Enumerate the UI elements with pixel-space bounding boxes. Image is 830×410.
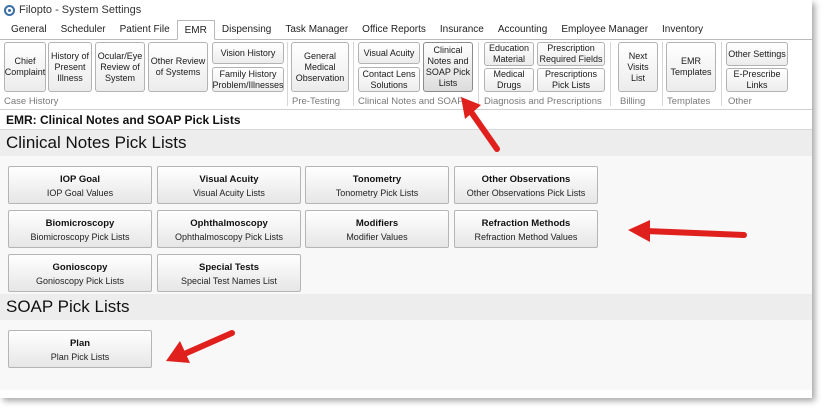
page-title: EMR: Clinical Notes and SOAP Pick Lists [0, 110, 812, 130]
tab-task-manager[interactable]: Task Manager [278, 21, 355, 39]
iop-goal-button[interactable]: IOP Goal IOP Goal Values [8, 166, 152, 204]
other-group-label: Other [728, 96, 752, 107]
clinical-notes-soap-group-label: Clinical Notes and SOAP [358, 96, 464, 107]
ribbon-divider [721, 42, 722, 106]
emr-ribbon: Chief Complaint History of Present Illne… [0, 40, 812, 110]
plan-button[interactable]: Plan Plan Pick Lists [8, 330, 152, 368]
button-title: Plan [69, 338, 91, 349]
other-observations-button[interactable]: Other Observations Other Observations Pi… [454, 166, 598, 204]
button-subtitle: Tonometry Pick Lists [335, 188, 419, 198]
family-history-button[interactable]: Family History Problem/Illnesses [212, 67, 284, 92]
button-subtitle: Other Observations Pick Lists [466, 188, 586, 198]
tab-inventory[interactable]: Inventory [655, 21, 710, 39]
soap-section-title: SOAP Pick Lists [0, 294, 812, 320]
ribbon-divider [610, 42, 611, 106]
ribbon-divider [478, 42, 479, 106]
biomicroscopy-button[interactable]: Biomicroscopy Biomicroscopy Pick Lists [8, 210, 152, 248]
chief-complaint-button[interactable]: Chief Complaint [4, 42, 46, 92]
emr-templates-button[interactable]: EMR Templates [666, 42, 716, 92]
button-subtitle: Modifier Values [346, 232, 408, 242]
contact-lens-solutions-button[interactable]: Contact Lens Solutions [358, 67, 420, 92]
ribbon-divider [353, 42, 354, 106]
vision-history-button[interactable]: Vision History [212, 42, 284, 64]
medical-drugs-button[interactable]: Medical Drugs [484, 68, 534, 92]
button-title: Special Tests [198, 262, 260, 273]
tab-employee-manager[interactable]: Employee Manager [554, 21, 655, 39]
ribbon-divider [662, 42, 663, 106]
button-title: Gonioscopy [52, 262, 108, 273]
education-material-button[interactable]: Education Material [484, 42, 534, 66]
title-bar: Filopto - System Settings [0, 0, 812, 20]
next-visits-list-button[interactable]: Next Visits List [618, 42, 658, 92]
tab-general[interactable]: General [4, 21, 54, 39]
other-settings-button[interactable]: Other Settings [726, 42, 788, 66]
general-medical-observation-button[interactable]: General Medical Observation [291, 42, 349, 92]
other-review-systems-button[interactable]: Other Review of Systems [148, 42, 208, 92]
button-subtitle: Ophthalmoscopy Pick Lists [174, 232, 284, 242]
tab-dispensing[interactable]: Dispensing [215, 21, 278, 39]
prescriptions-pick-lists-button[interactable]: Prescriptions Pick Lists [537, 68, 605, 92]
button-subtitle: Gonioscopy Pick Lists [35, 276, 125, 286]
button-title: Ophthalmoscopy [190, 218, 268, 229]
templates-group-label: Templates [667, 96, 711, 107]
menu-tab-bar: General Scheduler Patient File EMR Dispe… [0, 20, 812, 40]
system-settings-window: Filopto - System Settings General Schedu… [0, 0, 812, 398]
button-subtitle: Visual Acuity Lists [193, 188, 265, 198]
tab-patient-file[interactable]: Patient File [113, 21, 177, 39]
visual-acuity-ribbon-button[interactable]: Visual Acuity [358, 42, 420, 64]
tab-scheduler[interactable]: Scheduler [54, 21, 113, 39]
ophthalmoscopy-button[interactable]: Ophthalmoscopy Ophthalmoscopy Pick Lists [157, 210, 301, 248]
prescription-required-fields-button[interactable]: Prescription Required Fields [537, 42, 605, 66]
visual-acuity-button[interactable]: Visual Acuity Visual Acuity Lists [157, 166, 301, 204]
window-title: Filopto - System Settings [19, 4, 142, 16]
button-subtitle: Biomicroscopy Pick Lists [30, 232, 130, 242]
button-subtitle: Refraction Method Values [474, 232, 578, 242]
button-title: Refraction Methods [481, 218, 571, 229]
button-title: Modifiers [355, 218, 399, 229]
diagnosis-prescriptions-group-label: Diagnosis and Prescriptions [484, 96, 602, 107]
case-history-group-label: Case History [4, 96, 59, 107]
button-subtitle: Special Test Names List [181, 276, 277, 286]
button-title: Visual Acuity [199, 174, 259, 185]
button-subtitle: Plan Pick Lists [50, 352, 110, 362]
tab-insurance[interactable]: Insurance [433, 21, 491, 39]
clinical-notes-section: IOP Goal IOP Goal Values Visual Acuity V… [0, 156, 812, 294]
history-present-illness-button[interactable]: History of Present Illness [48, 42, 92, 92]
e-prescribe-links-button[interactable]: E-Prescribe Links [726, 68, 788, 92]
tab-emr[interactable]: EMR [176, 20, 215, 40]
clinical-notes-soap-pick-lists-button[interactable]: Clinical Notes and SOAP Pick Lists [423, 42, 473, 92]
soap-section: Plan Plan Pick Lists [0, 320, 812, 390]
ocular-eye-review-button[interactable]: Ocular/Eye Review of System [95, 42, 145, 92]
modifiers-button[interactable]: Modifiers Modifier Values [305, 210, 449, 248]
button-title: Biomicroscopy [45, 218, 115, 229]
pre-testing-group-label: Pre-Testing [292, 96, 341, 107]
app-logo-icon [4, 4, 15, 16]
billing-group-label: Billing [620, 96, 646, 107]
gonioscopy-button[interactable]: Gonioscopy Gonioscopy Pick Lists [8, 254, 152, 292]
tab-office-reports[interactable]: Office Reports [355, 21, 433, 39]
tab-accounting[interactable]: Accounting [491, 21, 554, 39]
button-subtitle: IOP Goal Values [46, 188, 114, 198]
refraction-methods-button[interactable]: Refraction Methods Refraction Method Val… [454, 210, 598, 248]
clinical-notes-section-title: Clinical Notes Pick Lists [0, 130, 812, 156]
button-title: Other Observations [481, 174, 571, 185]
tonometry-button[interactable]: Tonometry Tonometry Pick Lists [305, 166, 449, 204]
ribbon-divider [287, 42, 288, 106]
button-title: Tonometry [352, 174, 402, 185]
special-tests-button[interactable]: Special Tests Special Test Names List [157, 254, 301, 292]
button-title: IOP Goal [60, 174, 100, 185]
